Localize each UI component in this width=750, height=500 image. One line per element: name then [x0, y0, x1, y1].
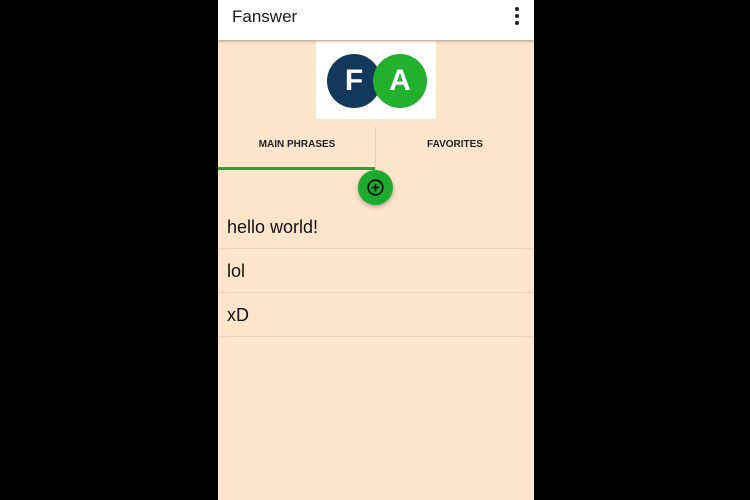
overflow-dot [515, 7, 519, 11]
app-title: Fanswer [232, 7, 298, 26]
tab-main-phrases[interactable]: MAIN PHRASES [218, 127, 376, 167]
list-item[interactable]: lol [218, 249, 534, 293]
list-item[interactable]: xD [218, 293, 534, 337]
add-phrase-button[interactable] [358, 170, 393, 205]
logo-letter-a: A [373, 54, 427, 108]
list-item[interactable]: hello world! [218, 205, 534, 249]
overflow-dot [515, 14, 519, 18]
app-logo: F A [316, 41, 436, 119]
active-tab-indicator [218, 167, 375, 170]
tab-bar: MAIN PHRASES FAVORITES [218, 127, 534, 170]
more-vert-icon[interactable] [512, 7, 522, 25]
add-circle-icon [367, 179, 384, 196]
app-screen: Fanswer F A MAIN PHRASES FAVORITES hello… [218, 0, 534, 500]
tab-favorites[interactable]: FAVORITES [376, 127, 534, 167]
phrase-list: hello world! lol xD [218, 205, 534, 337]
overflow-dot [515, 21, 519, 25]
app-bar: Fanswer [218, 0, 534, 40]
